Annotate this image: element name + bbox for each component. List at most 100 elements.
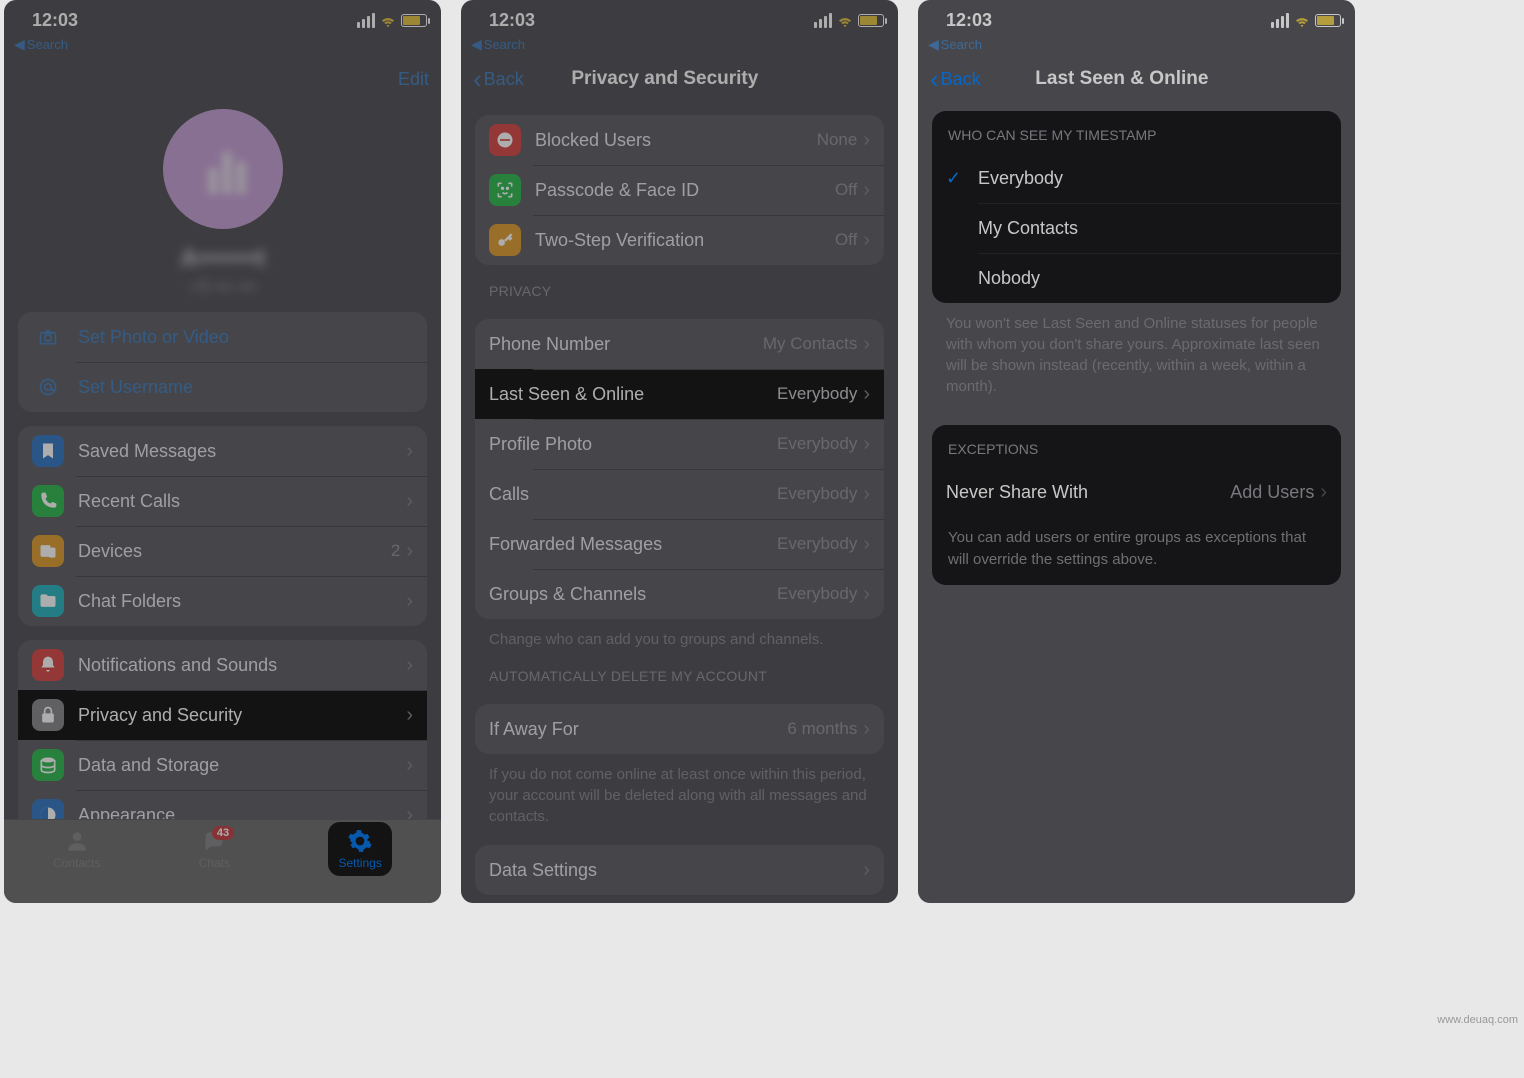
section-footer-privacy: Change who can add you to groups and cha… bbox=[461, 619, 898, 650]
nav-bar: ‹Back Last Seen & Online bbox=[918, 57, 1355, 101]
lock-icon bbox=[32, 699, 64, 731]
row-calls[interactable]: CallsEverybody› bbox=[475, 469, 884, 519]
section-footer-exceptions: You can add users or entire groups as ex… bbox=[932, 517, 1341, 585]
chevron-right-icon: › bbox=[406, 540, 413, 563]
section-footer-timestamp: You won't see Last Seen and Online statu… bbox=[918, 303, 1355, 397]
status-time: 12:03 bbox=[946, 10, 992, 31]
page-title: Privacy and Security bbox=[461, 68, 886, 90]
battery-icon bbox=[401, 14, 427, 27]
key-icon bbox=[489, 224, 521, 256]
row-two-step-verification[interactable]: Two-Step VerificationOff› bbox=[475, 215, 884, 265]
row-profile-photo[interactable]: Profile PhotoEverybody› bbox=[475, 419, 884, 469]
chevron-right-icon: › bbox=[863, 433, 870, 456]
wifi-icon bbox=[1293, 13, 1311, 27]
group-autodelete: If Away For6 months› bbox=[475, 704, 884, 754]
chevron-right-icon: › bbox=[406, 440, 413, 463]
screen-privacy: 12:03 ◀Search ‹Back Privacy and Security… bbox=[461, 0, 898, 903]
row-chat-folders[interactable]: Chat Folders› bbox=[18, 576, 427, 626]
profile-phone: +9 ••• ••• bbox=[4, 277, 441, 298]
chevron-right-icon: › bbox=[863, 483, 870, 506]
group-security: Blocked UsersNone›Passcode & Face IDOff›… bbox=[475, 115, 884, 265]
back-to-search[interactable]: ◀Search bbox=[461, 34, 898, 57]
at-icon bbox=[32, 371, 64, 403]
tab-contacts[interactable]: Contacts bbox=[53, 828, 100, 870]
devices-icon bbox=[32, 535, 64, 567]
battery-icon bbox=[1315, 14, 1341, 27]
chevron-right-icon: › bbox=[863, 179, 870, 202]
avatar[interactable] bbox=[163, 109, 283, 229]
block-icon bbox=[489, 124, 521, 156]
group-privacy: Phone NumberMy Contacts›Last Seen & Onli… bbox=[475, 319, 884, 619]
group-settings: Notifications and Sounds›Privacy and Sec… bbox=[18, 640, 427, 840]
option-my-contacts[interactable]: My Contacts bbox=[932, 203, 1341, 253]
row-forwarded-messages[interactable]: Forwarded MessagesEverybody› bbox=[475, 519, 884, 569]
row-data-and-storage[interactable]: Data and Storage› bbox=[18, 740, 427, 790]
battery-icon bbox=[858, 14, 884, 27]
group-profile-actions: Set Photo or Video Set Username bbox=[18, 312, 427, 412]
row-notifications-and-sounds[interactable]: Notifications and Sounds› bbox=[18, 640, 427, 690]
status-bar: 12:03 bbox=[4, 0, 441, 34]
set-username-row[interactable]: Set Username bbox=[18, 362, 427, 412]
status-time: 12:03 bbox=[32, 10, 78, 31]
chevron-right-icon: › bbox=[863, 383, 870, 406]
chevron-right-icon: › bbox=[863, 718, 870, 741]
never-share-row[interactable]: Never Share With Add Users › bbox=[932, 467, 1341, 517]
chevron-right-icon: › bbox=[406, 590, 413, 613]
row-phone-number[interactable]: Phone NumberMy Contacts› bbox=[475, 319, 884, 369]
section-header-privacy: PRIVACY bbox=[461, 265, 898, 305]
group-timestamp: WHO CAN SEE MY TIMESTAMP ✓EverybodyMy Co… bbox=[932, 111, 1341, 303]
chevron-right-icon: › bbox=[406, 490, 413, 513]
chevron-right-icon: › bbox=[406, 754, 413, 777]
group-general: Saved Messages›Recent Calls›Devices2›Cha… bbox=[18, 426, 427, 626]
row-blocked-users[interactable]: Blocked UsersNone› bbox=[475, 115, 884, 165]
status-time: 12:03 bbox=[489, 10, 535, 31]
signal-icon bbox=[357, 13, 375, 28]
watermark: www.deuaq.com bbox=[1437, 1014, 1518, 1026]
tab-settings[interactable]: Settings bbox=[328, 822, 391, 876]
row-privacy-and-security[interactable]: Privacy and Security› bbox=[18, 690, 427, 740]
screen-settings: 12:03 ◀Search Edit A•••••••t +9 ••• ••• … bbox=[4, 0, 441, 903]
row-passcode-face-id[interactable]: Passcode & Face IDOff› bbox=[475, 165, 884, 215]
option-nobody[interactable]: Nobody bbox=[932, 253, 1341, 303]
db-icon bbox=[32, 749, 64, 781]
wifi-icon bbox=[836, 13, 854, 27]
chevron-right-icon: › bbox=[406, 654, 413, 677]
row-saved-messages[interactable]: Saved Messages› bbox=[18, 426, 427, 476]
profile-name: A•••••••t bbox=[4, 245, 441, 273]
section-footer-autodelete: If you do not come online at least once … bbox=[461, 754, 898, 827]
wifi-icon bbox=[379, 13, 397, 27]
tab-chats[interactable]: 43 Chats bbox=[199, 828, 230, 870]
chevron-right-icon: › bbox=[863, 229, 870, 252]
bookmark-icon bbox=[32, 435, 64, 467]
back-to-search[interactable]: ◀Search bbox=[918, 34, 1355, 57]
row-data-settings[interactable]: Data Settings› bbox=[475, 845, 884, 895]
folder-icon bbox=[32, 585, 64, 617]
option-everybody[interactable]: ✓Everybody bbox=[932, 153, 1341, 203]
edit-button[interactable]: Edit bbox=[398, 69, 429, 90]
contacts-icon bbox=[62, 828, 92, 854]
chevron-right-icon: › bbox=[863, 583, 870, 606]
group-exceptions: EXCEPTIONS Never Share With Add Users › … bbox=[932, 425, 1341, 585]
chevron-right-icon: › bbox=[1320, 481, 1327, 504]
back-to-search[interactable]: ◀Search bbox=[4, 34, 441, 57]
set-photo-row[interactable]: Set Photo or Video bbox=[18, 312, 427, 362]
profile-header: A•••••••t +9 ••• ••• bbox=[4, 109, 441, 298]
row-recent-calls[interactable]: Recent Calls› bbox=[18, 476, 427, 526]
nav-bar: Edit bbox=[4, 57, 441, 101]
row-groups-channels[interactable]: Groups & ChannelsEverybody› bbox=[475, 569, 884, 619]
camera-icon bbox=[32, 321, 64, 353]
row-last-seen-online[interactable]: Last Seen & OnlineEverybody› bbox=[475, 369, 884, 419]
row-devices[interactable]: Devices2› bbox=[18, 526, 427, 576]
chevron-right-icon: › bbox=[863, 533, 870, 556]
chevron-right-icon: › bbox=[863, 129, 870, 152]
chevron-right-icon: › bbox=[863, 859, 870, 882]
check-icon: ✓ bbox=[946, 168, 961, 189]
row-if-away-for[interactable]: If Away For6 months› bbox=[475, 704, 884, 754]
chevron-right-icon: › bbox=[406, 704, 413, 727]
page-title: Last Seen & Online bbox=[918, 68, 1343, 90]
screen-lastseen: 12:03 ◀Search ‹Back Last Seen & Online W… bbox=[918, 0, 1355, 903]
chats-badge: 43 bbox=[212, 826, 234, 840]
group-data: Data Settings› bbox=[475, 845, 884, 895]
chevron-right-icon: › bbox=[863, 333, 870, 356]
tab-bar: Contacts 43 Chats Settings bbox=[4, 819, 441, 903]
